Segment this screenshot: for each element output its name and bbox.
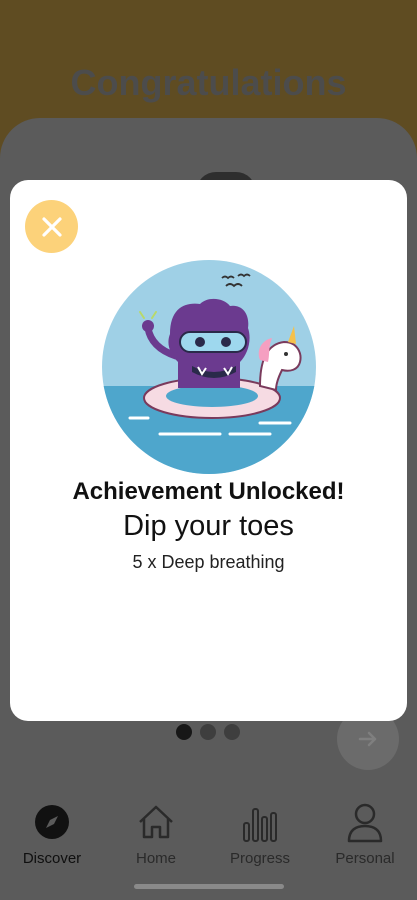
tab-progress[interactable]: Progress [208, 800, 312, 867]
bar-chart-icon [243, 808, 277, 842]
achievement-name: Dip your toes [123, 510, 294, 542]
tab-label: Discover [22, 850, 82, 867]
home-icon [139, 805, 173, 839]
tab-discover[interactable]: Discover [0, 800, 104, 867]
pager-dot[interactable] [224, 724, 240, 740]
achievement-description: 5 x Deep breathing [132, 552, 285, 572]
person-icon [347, 803, 383, 843]
pager-dot[interactable] [176, 724, 192, 740]
tab-bar: Discover Home Progress Personal [0, 784, 417, 900]
arrow-right-icon [358, 731, 377, 747]
tab-label: Home [135, 850, 176, 867]
compass-icon [35, 805, 69, 839]
tab-label: Personal [335, 850, 395, 867]
close-button[interactable] [25, 200, 78, 253]
tab-personal[interactable]: Personal [313, 800, 417, 867]
home-indicator[interactable] [134, 884, 284, 889]
tab-label: Progress [229, 850, 291, 867]
congratulations-title: Congratulations [70, 62, 347, 103]
badge-illustration [102, 260, 316, 474]
achievement-modal: Achievement Unlocked! Dip your toes 5 x … [10, 180, 407, 721]
pager-dot[interactable] [200, 724, 216, 740]
tab-home[interactable]: Home [104, 800, 208, 867]
pager-dots [176, 724, 240, 740]
achievement-title: Achievement Unlocked! [72, 478, 345, 505]
close-icon [41, 216, 62, 237]
